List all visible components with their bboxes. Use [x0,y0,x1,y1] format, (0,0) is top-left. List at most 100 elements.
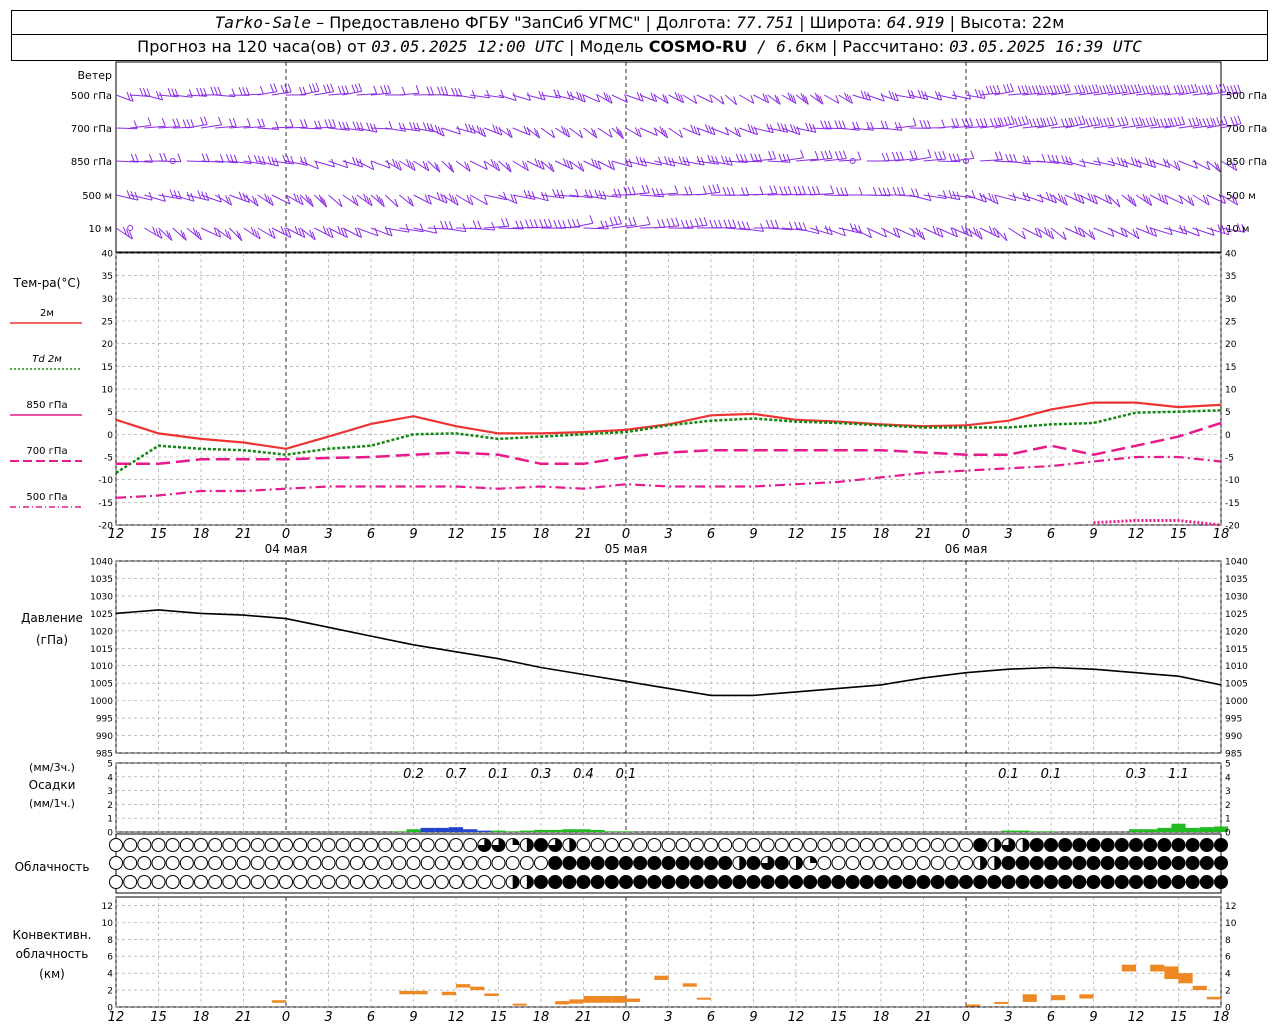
convective-bar [654,975,669,980]
wind-barb-feather [907,89,912,98]
cloud-circle [279,856,293,870]
wind-barb-feather [1188,118,1193,127]
wind-barb-feather [210,86,215,96]
wind-barb-feather [308,84,313,93]
wind-barb-feather [1201,85,1206,94]
wind-barb-feather [1017,117,1022,126]
cloud-circle [888,856,903,870]
press-ytick-right: 1040 [1225,558,1248,568]
cloud-circle [718,875,733,889]
cloud-circle [194,856,208,870]
cloud-circle [633,838,648,852]
wind-barb-feather [994,151,999,161]
press-ytick-left: 995 [96,715,113,725]
wind-barb-feather [842,150,847,159]
wind-barb-feather [955,117,960,127]
cloud-circle [364,856,378,870]
wind-barb-feather [1053,84,1058,94]
precip-bar [604,831,619,832]
cloud-circle [874,856,888,870]
wind-barb-feather [324,119,329,128]
cloud-circle [902,856,917,870]
wind-barb-feather [910,188,915,197]
cloud-circle [888,875,903,889]
wind-barb-feather [1215,84,1220,93]
precip-bar [406,829,421,832]
press-ytick-left: 1000 [90,697,113,707]
cloud-circle [831,856,846,870]
wind-barb-feather [759,186,764,195]
wind-barb-feather [927,149,932,158]
wind-barb-feather [777,122,781,131]
wind-barb-feather [1138,116,1143,126]
precip-bar [392,831,407,832]
wind-barb-feather [491,221,496,231]
precip-bar [505,831,520,832]
convective-bars [271,964,1221,1007]
wind-barb-feather [948,189,953,199]
wind-barb-feather [715,156,719,165]
cloud-circle [817,856,832,870]
cloud-circle [916,875,931,889]
wind-barb-feather [529,219,534,228]
precip-bar [1029,831,1044,832]
legend-t850-label: 850 гПа [26,400,67,411]
cloud-circle [732,838,747,852]
wind-barb-staff [1192,194,1210,206]
convective-bar [1192,985,1207,991]
wind-barb-feather [557,220,562,229]
wind-barb-feather [780,123,785,132]
wind-barb-feather [1130,84,1135,94]
cloud-circle [364,838,378,852]
precip-bar [1157,827,1172,832]
wind-barb-feather [1145,85,1150,94]
wind-barb-feather [1099,118,1104,127]
cloud-circle [774,856,789,870]
wind-barb-feather [1113,85,1118,94]
xtick-temp: 15 [150,527,167,542]
temp-ytick-left: 30 [102,295,114,305]
wind-barb-feather [1010,115,1015,124]
wind-calm-circle [849,158,856,164]
wind-barb-feather [416,122,421,132]
cloud-circle [1100,856,1115,870]
wind-barb-feather [523,189,528,198]
cloud-fill [994,856,1001,870]
cloud-circle [434,875,449,889]
cloud-circle [562,875,577,889]
wind-barb-feather [913,150,918,159]
precip-bar [618,831,634,832]
wind-barb-feather [253,154,258,164]
cloud-circle [420,838,435,852]
cloud-circle [746,875,761,889]
press-ytick-right: 1015 [1225,645,1248,655]
cloud-circle [449,875,463,889]
press-ytick-right: 1000 [1225,697,1248,707]
wind-barb-staff [767,160,791,163]
wind-barb-feather [844,187,849,196]
precip-ytick-left: 4 [107,773,113,783]
wind-barb-feather [1003,117,1008,126]
cloud-title: Облачность [15,860,90,874]
cloud-circle [845,856,860,870]
wind-barb-feather [451,87,456,96]
cloud-circle [123,875,138,889]
cloud-circle [1171,875,1186,889]
cloud-circle [859,856,874,870]
cloud-circle [293,838,308,852]
cloud-circle [491,875,506,889]
wind-barb-feather [927,120,931,129]
wind-barb-feather [572,219,576,228]
precip-bar [1199,827,1214,832]
cloud-circle [534,856,548,870]
wind-barb-feather [664,156,669,165]
wind-barb-feather [245,87,250,96]
wind-barb-feather [269,84,274,93]
wind-barb-staff [838,159,861,162]
wind-barb-feather [1078,116,1082,125]
wind-barb-feather [1021,85,1026,94]
xtick-conv: 6 [367,1010,375,1024]
cloud-circle [817,838,832,852]
wind-barb-feather [341,85,346,94]
cloud-circle [123,856,138,870]
